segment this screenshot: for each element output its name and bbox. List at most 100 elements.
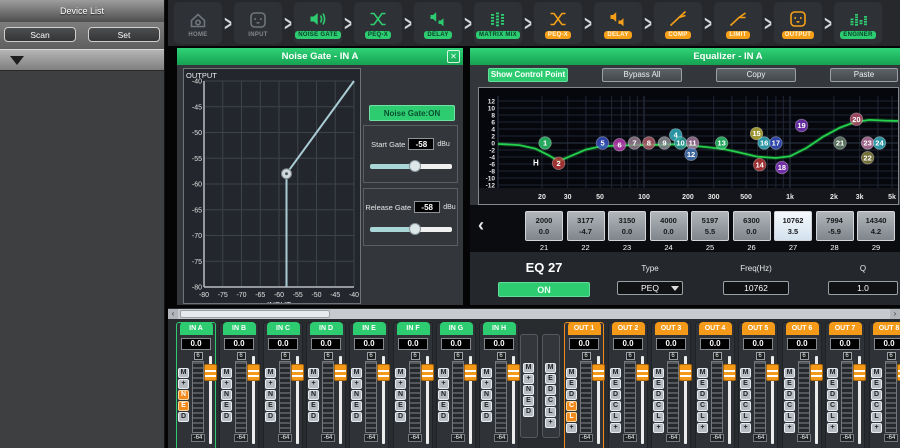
strip-button-d[interactable]: D xyxy=(265,412,276,422)
strip-button-c[interactable]: C xyxy=(740,401,751,411)
strip-button-plus[interactable]: + xyxy=(545,418,556,428)
close-icon[interactable]: ✕ xyxy=(447,50,460,63)
toolbar-item-limit-out[interactable]: LIMIT xyxy=(714,2,762,44)
channel-tab[interactable]: IN B xyxy=(223,322,256,335)
q-field[interactable]: 1.0 xyxy=(828,281,898,295)
strip-button-e[interactable]: E xyxy=(265,401,276,411)
strip-button-m[interactable]: M xyxy=(481,368,492,378)
strip-button-plus[interactable]: + xyxy=(265,379,276,389)
channel-tab[interactable]: OUT 8 xyxy=(873,322,900,335)
strip-button-d[interactable]: D xyxy=(697,390,708,400)
strip-button-d[interactable]: D xyxy=(740,390,751,400)
strip-button-plus[interactable]: + xyxy=(827,423,838,433)
device-dropdown[interactable] xyxy=(0,49,164,71)
strip-button-d[interactable]: D xyxy=(545,385,556,395)
strip-button-e[interactable]: E xyxy=(566,379,577,389)
strip-button-plus[interactable]: + xyxy=(653,423,664,433)
channel-gain-value[interactable]: 0.0 xyxy=(311,338,341,350)
release-gate-slider[interactable] xyxy=(370,227,452,232)
eq-band-cell-29[interactable]: 143404.2 xyxy=(857,211,895,241)
strip-button-e[interactable]: E xyxy=(308,401,319,411)
strip-button-m[interactable]: M xyxy=(740,368,751,378)
strip-button-c[interactable]: C xyxy=(610,401,621,411)
channel-gain-value[interactable]: 0.0 xyxy=(700,338,730,350)
strip-button-d[interactable]: D xyxy=(178,412,189,422)
strip-button-d[interactable]: D xyxy=(351,412,362,422)
strip-button-n[interactable]: N xyxy=(221,390,232,400)
eq-point-12[interactable]: 12 xyxy=(685,148,698,161)
toolbar-item-peq-x[interactable]: PEQ-X xyxy=(354,2,402,44)
eq-point-8[interactable]: 8 xyxy=(643,137,656,150)
strip-button-d[interactable]: D xyxy=(523,407,534,417)
strip-button-m[interactable]: M xyxy=(265,368,276,378)
strip-button-e[interactable]: E xyxy=(871,379,882,389)
strip-button-m[interactable]: M xyxy=(653,368,664,378)
noise-gate-toggle-button[interactable]: Noise Gate:ON xyxy=(369,105,455,121)
strip-button-e[interactable]: E xyxy=(653,379,664,389)
eq-point-14[interactable]: 14 xyxy=(753,158,766,171)
strip-button-c[interactable]: C xyxy=(545,396,556,406)
eq-point-20[interactable]: 20 xyxy=(850,113,863,126)
strip-button-plus[interactable]: + xyxy=(871,423,882,433)
toolbar-item-matrix-mix[interactable]: MATRIX MIX xyxy=(474,2,522,44)
channel-gain-value[interactable]: 0.0 xyxy=(398,338,428,350)
copy-button[interactable]: Copy xyxy=(716,68,796,82)
fader-handle[interactable] xyxy=(377,364,390,381)
strip-button-m[interactable]: M xyxy=(221,368,232,378)
channel-gain-value[interactable]: 0.0 xyxy=(613,338,643,350)
strip-button-m[interactable]: M xyxy=(523,363,534,373)
strip-button-l[interactable]: L xyxy=(610,412,621,422)
channel-gain-value[interactable]: 0.0 xyxy=(224,338,254,350)
type-select[interactable]: PEQ xyxy=(617,281,683,295)
strip-button-e[interactable]: E xyxy=(697,379,708,389)
channel-tab[interactable]: IN A xyxy=(180,322,213,335)
paste-button[interactable]: Paste xyxy=(830,68,898,82)
channel-tab[interactable]: OUT 4 xyxy=(699,322,732,335)
fader-handle[interactable] xyxy=(421,364,434,381)
toolbar-item-delay-out[interactable]: DELAY xyxy=(594,2,642,44)
strip-button-plus[interactable]: + xyxy=(438,379,449,389)
strip-button-l[interactable]: L xyxy=(545,407,556,417)
strip-button-plus[interactable]: + xyxy=(221,379,232,389)
strip-button-m[interactable]: M xyxy=(697,368,708,378)
slider-knob[interactable] xyxy=(409,160,421,172)
channel-tab[interactable]: OUT 3 xyxy=(655,322,688,335)
strip-button-l[interactable]: L xyxy=(827,412,838,422)
strip-button-m[interactable]: M xyxy=(784,368,795,378)
strip-button-m[interactable]: M xyxy=(438,368,449,378)
strip-button-m[interactable]: M xyxy=(308,368,319,378)
toolbar-item-enginer[interactable]: ENGINER xyxy=(834,2,882,44)
toolbar-item-output-out[interactable]: OUTPUT xyxy=(774,2,822,44)
strip-button-e[interactable]: E xyxy=(395,401,406,411)
noise-gate-graph[interactable]: -40-45-50-55-60-65-70-75-80-80-75-70-65-… xyxy=(183,68,361,304)
strip-button-plus[interactable]: + xyxy=(697,423,708,433)
channel-gain-value[interactable]: 0.0 xyxy=(874,338,900,350)
channel-gain-value[interactable]: 0.0 xyxy=(743,338,773,350)
eq-point-9[interactable]: 9 xyxy=(658,137,671,150)
fader-handle[interactable] xyxy=(507,364,520,381)
strip-button-n[interactable]: N xyxy=(308,390,319,400)
channel-gain-value[interactable]: 0.0 xyxy=(787,338,817,350)
set-button[interactable]: Set xyxy=(88,27,160,42)
scrollbar-thumb[interactable] xyxy=(180,310,330,318)
eq-graph[interactable]: 121086420-2-4-6-8-10-1220305010020030050… xyxy=(478,87,899,205)
strip-button-m[interactable]: M xyxy=(351,368,362,378)
fader-handle[interactable] xyxy=(723,364,736,381)
fader-handle[interactable] xyxy=(464,364,477,381)
strip-button-plus[interactable]: + xyxy=(395,379,406,389)
channel-tab[interactable]: IN E xyxy=(353,322,386,335)
eq-point-22[interactable]: 22 xyxy=(861,151,874,164)
fader-handle[interactable] xyxy=(291,364,304,381)
eq-band-cell-27[interactable]: 107623.5 xyxy=(774,211,812,241)
strip-button-m[interactable]: M xyxy=(610,368,621,378)
eq-band-cell-22[interactable]: 3177-4.7 xyxy=(567,211,605,241)
channel-tab[interactable]: OUT 5 xyxy=(742,322,775,335)
strip-button-plus[interactable]: + xyxy=(566,423,577,433)
strip-button-e[interactable]: E xyxy=(523,396,534,406)
strip-button-m[interactable]: M xyxy=(178,368,189,378)
eq-point-17[interactable]: 17 xyxy=(770,137,783,150)
toolbar-item-home[interactable]: HOME xyxy=(174,2,222,44)
eq-point-7[interactable]: 7 xyxy=(628,137,641,150)
mixer-scrollbar[interactable]: ‹ › xyxy=(168,309,900,319)
slider-knob[interactable] xyxy=(409,223,421,235)
